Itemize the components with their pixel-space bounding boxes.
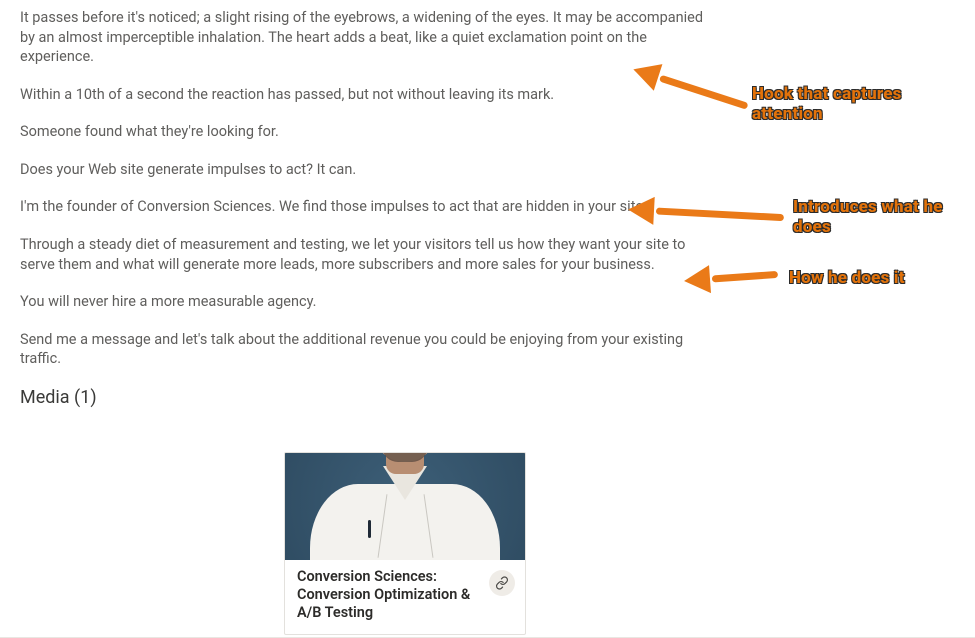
about-paragraph: You will never hire a more measurable ag…	[20, 292, 720, 312]
annotation-arrow-how	[712, 274, 778, 279]
about-paragraph: Through a steady diet of measurement and…	[20, 235, 720, 274]
about-paragraph: Within a 10th of a second the reaction h…	[20, 85, 720, 105]
annotation-text-intro: Introduces what he does	[793, 198, 973, 237]
about-paragraph: It passes before it's noticed; a slight …	[20, 8, 720, 67]
annotation-text-how: How he does it	[789, 269, 969, 289]
media-card[interactable]: Conversion Sciences: Conversion Optimiza…	[284, 452, 526, 635]
profile-about-body: It passes before it's noticed; a slight …	[20, 8, 720, 422]
about-paragraph: Someone found what they're looking for.	[20, 122, 720, 142]
media-caption-row: Conversion Sciences: Conversion Optimiza…	[285, 560, 525, 634]
link-icon[interactable]	[489, 570, 515, 596]
media-thumbnail	[285, 453, 525, 560]
annotation-text-hook: Hook that captures attention	[752, 85, 962, 124]
media-heading: Media (1)	[20, 387, 720, 408]
media-card-title: Conversion Sciences: Conversion Optimiza…	[297, 568, 481, 622]
about-paragraph: Does your Web site generate impulses to …	[20, 160, 720, 180]
about-paragraph: Send me a message and let's talk about t…	[20, 330, 720, 369]
about-paragraph: I'm the founder of Conversion Sciences. …	[20, 197, 720, 217]
